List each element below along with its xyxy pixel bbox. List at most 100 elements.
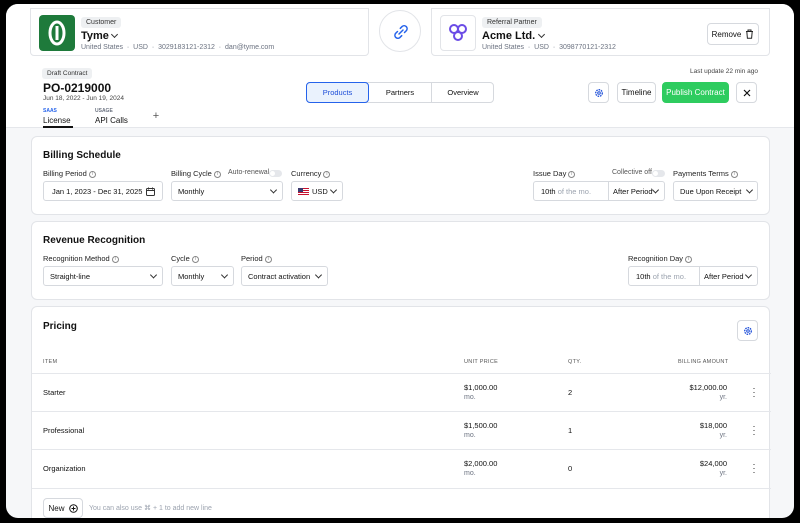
- row-menu-icon[interactable]: · · ·: [749, 460, 759, 477]
- settings-button[interactable]: [588, 82, 609, 103]
- currency-label: Currency i: [291, 169, 331, 178]
- contract-id: PO-0219000: [43, 81, 112, 95]
- revenue-period-select[interactable]: Contract activation: [241, 266, 328, 286]
- item-name: Professional: [43, 426, 85, 435]
- tab-license[interactable]: SAAS License: [43, 108, 73, 128]
- billing-amount: $12,000.00: [689, 383, 727, 392]
- recognition-method-select[interactable]: Straight-line: [43, 266, 163, 286]
- revenue-cycle-value: Monthly: [178, 271, 205, 281]
- revenue-period-label: Period i: [241, 254, 272, 263]
- unit-price: $1,000.00: [464, 383, 498, 392]
- timeline-button[interactable]: Timeline: [617, 82, 656, 103]
- trash-icon: [746, 29, 754, 39]
- table-row[interactable]: Organization $2,000.00 mo. 0 $24,000 yr.…: [32, 450, 771, 488]
- contract-dates: Jun 18, 2022 - Jun 19, 2024: [43, 95, 124, 102]
- collective-toggle[interactable]: [652, 170, 665, 177]
- billing-schedule-card: Billing Schedule Billing Period i Jan 1, …: [31, 136, 770, 215]
- revenue-cycle-select[interactable]: Monthly: [171, 266, 234, 286]
- info-icon: i: [88, 170, 96, 178]
- column-header-qty: QTY.: [568, 359, 582, 365]
- payment-terms-select[interactable]: Due Upon Receipt: [673, 181, 758, 201]
- unit-price: $1,500.00: [464, 421, 498, 430]
- column-header-item: ITEM: [43, 359, 58, 365]
- link-button[interactable]: [379, 10, 421, 52]
- chevron-down-icon: [269, 186, 278, 194]
- billing-title: Billing Schedule: [43, 150, 121, 161]
- chevron-down-icon: [745, 186, 754, 194]
- issue-day-field[interactable]: 10th of the mo. After Period: [533, 181, 665, 201]
- table-row[interactable]: Starter $1,000.00 mo. 2 $12,000.00 yr. ·…: [32, 374, 771, 411]
- customer-tag: Customer: [81, 17, 122, 28]
- tab-partners[interactable]: Partners: [369, 83, 432, 102]
- tab-kicker: USAGE: [95, 108, 113, 114]
- unit-price-period: mo.: [464, 394, 476, 401]
- recognition-day-label: Recognition Day i: [628, 254, 693, 263]
- billing-amount-period: yr.: [719, 432, 727, 439]
- remove-button[interactable]: Remove: [707, 23, 759, 45]
- chevron-down-icon[interactable]: [110, 30, 119, 39]
- pricing-settings-button[interactable]: [737, 320, 758, 341]
- last-update: Last update 22 min ago: [690, 68, 758, 75]
- auto-renewal-toggle[interactable]: [269, 170, 282, 177]
- billing-amount: $18,000: [699, 421, 727, 430]
- tab-overview[interactable]: Overview: [432, 83, 494, 102]
- row-menu-icon[interactable]: · · ·: [749, 384, 759, 401]
- plus-circle-icon: [68, 503, 78, 513]
- pricing-card: Pricing ITEM UNIT PRICE QTY. BILLING AMO…: [31, 306, 771, 518]
- revenue-period-value: Contract activation: [248, 271, 311, 281]
- currency-select[interactable]: USD: [291, 181, 343, 201]
- tab-products[interactable]: Products: [306, 82, 369, 103]
- partner-card[interactable]: Referral Partner Acme Ltd. United States…: [431, 8, 770, 56]
- collective-label: Collective off: [612, 169, 652, 176]
- unit-price-period: mo.: [464, 432, 476, 439]
- partner-tag: Referral Partner: [482, 17, 542, 28]
- pricing-title: Pricing: [43, 321, 77, 332]
- recognition-method-value: Straight-line: [50, 271, 91, 281]
- add-tab-icon[interactable]: +: [151, 111, 161, 122]
- new-line-button[interactable]: New: [43, 498, 83, 518]
- tab-label: License: [43, 116, 71, 125]
- row-divider: [32, 488, 771, 489]
- quantity: 0: [568, 464, 573, 473]
- auto-renewal-label: Auto-renewal: [228, 169, 270, 176]
- chevron-down-icon[interactable]: [537, 30, 546, 39]
- info-icon: i: [730, 170, 738, 178]
- issue-day-label: Issue Day i: [533, 169, 576, 178]
- info-icon: i: [191, 255, 199, 263]
- recognition-day-input[interactable]: 10th of the mo.: [629, 272, 699, 281]
- payment-terms-value: Due Upon Receipt: [680, 186, 742, 196]
- tab-label: API Calls: [95, 116, 128, 125]
- currency-value: USD: [312, 186, 328, 196]
- gear-icon: [594, 88, 603, 97]
- publish-contract-button[interactable]: Publish Contract: [662, 82, 729, 103]
- close-button[interactable]: [736, 82, 757, 103]
- chevron-down-icon: [149, 271, 158, 279]
- info-icon: i: [568, 170, 576, 178]
- billing-amount: $24,000: [699, 459, 727, 468]
- customer-meta: United States · USD · 3029183121-2312 · …: [81, 44, 275, 51]
- unit-price: $2,000.00: [464, 459, 498, 468]
- recognition-when-select[interactable]: After Period: [699, 267, 744, 285]
- row-menu-icon[interactable]: · · ·: [749, 422, 759, 439]
- link-icon: [394, 24, 408, 40]
- partner-name: Acme Ltd.: [482, 30, 536, 42]
- table-row[interactable]: Professional $1,500.00 mo. 1 $18,000 yr.…: [32, 412, 771, 449]
- column-header-billing-amount: BILLING AMOUNT: [678, 359, 729, 365]
- billing-period-field[interactable]: Jan 1, 2023 - Dec 31, 2025: [43, 181, 163, 201]
- issue-day-input[interactable]: 10th of the mo.: [534, 187, 608, 196]
- billing-cycle-select[interactable]: Monthly: [171, 181, 283, 201]
- billing-period-label: Billing Period i: [43, 169, 96, 178]
- issue-when-select[interactable]: After Period: [608, 182, 653, 200]
- item-name: Organization: [43, 464, 86, 473]
- customer-name: Tyme: [81, 30, 109, 42]
- info-icon: i: [264, 255, 272, 263]
- customer-card[interactable]: Customer Tyme United States · USD · 3029…: [30, 8, 369, 56]
- chevron-down-icon: [651, 186, 660, 194]
- view-tabs: Products Partners Overview: [306, 82, 494, 103]
- item-name: Starter: [43, 388, 66, 397]
- tab-api-calls[interactable]: USAGE API Calls: [95, 108, 135, 128]
- remove-label: Remove: [711, 29, 742, 39]
- recognition-day-field[interactable]: 10th of the mo. After Period: [628, 266, 758, 286]
- revenue-recognition-card: Revenue Recognition Recognition Method i …: [31, 221, 770, 300]
- billing-amount-period: yr.: [719, 470, 727, 477]
